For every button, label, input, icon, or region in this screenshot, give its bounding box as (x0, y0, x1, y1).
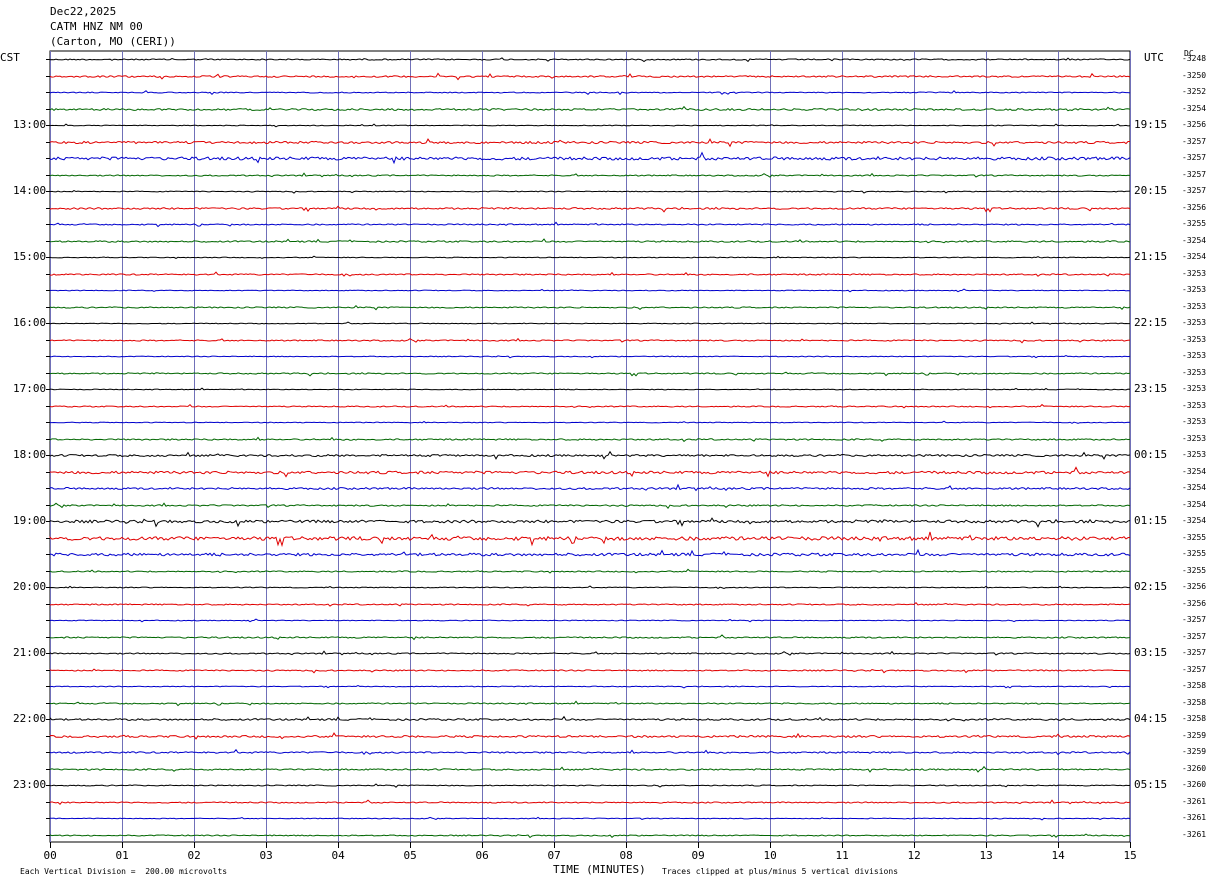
seismic-trace (49, 483, 1131, 492)
seismic-trace (49, 321, 1131, 325)
seismic-trace (49, 371, 1131, 377)
seismic-trace (49, 517, 1131, 528)
seismic-trace (49, 189, 1131, 194)
seismic-trace (49, 502, 1131, 510)
seismic-trace (49, 436, 1131, 443)
seismic-trace (49, 255, 1131, 259)
seismic-trace (49, 783, 1131, 788)
seismic-trace (49, 151, 1131, 165)
seismic-trace (49, 387, 1131, 391)
seismic-trace (49, 205, 1131, 213)
seismic-trace (49, 72, 1131, 81)
seismic-trace (49, 172, 1131, 178)
seismic-trace (49, 238, 1131, 244)
x-axis-title: TIME (MINUTES) (553, 863, 646, 876)
seismic-trace (49, 271, 1131, 277)
clip-note: Traces clipped at plus/minus 5 vertical … (662, 867, 899, 876)
seismic-trace (49, 799, 1131, 805)
seismic-trace (49, 585, 1131, 590)
seismic-trace (49, 700, 1131, 707)
helicorder-plot (46, 50, 1131, 848)
seismic-trace (49, 685, 1131, 689)
seismic-trace (49, 531, 1131, 548)
seismic-trace (49, 288, 1131, 293)
seismic-trace (49, 138, 1131, 148)
seismic-trace (49, 90, 1131, 96)
seismic-trace (49, 601, 1131, 607)
plot-frame (49, 50, 1131, 843)
seismic-trace (49, 57, 1131, 63)
seismic-trace (49, 732, 1131, 740)
seismic-trace (49, 355, 1131, 359)
seismic-trace (49, 450, 1131, 460)
seismic-trace (49, 816, 1131, 821)
seismic-trace (49, 105, 1131, 112)
seismic-trace (49, 466, 1131, 478)
scale-note: Each Vertical Division = 200.00 microvol… (20, 867, 228, 876)
seismic-trace (49, 403, 1131, 409)
seismic-trace (49, 568, 1131, 574)
seismic-trace (49, 748, 1131, 756)
seismic-trace (49, 304, 1131, 311)
seismic-trace (49, 668, 1130, 674)
seismic-trace (49, 548, 1131, 557)
seismic-trace (49, 715, 1131, 722)
seismic-trace (49, 221, 1131, 228)
seismic-trace (49, 420, 1131, 424)
seismic-trace (49, 618, 1131, 623)
seismic-trace (49, 634, 1131, 641)
seismic-trace (49, 337, 1131, 344)
seismic-trace (49, 650, 1131, 656)
seismic-trace (49, 123, 1131, 128)
seismic-trace (49, 765, 1131, 773)
seismic-trace (49, 833, 1131, 839)
